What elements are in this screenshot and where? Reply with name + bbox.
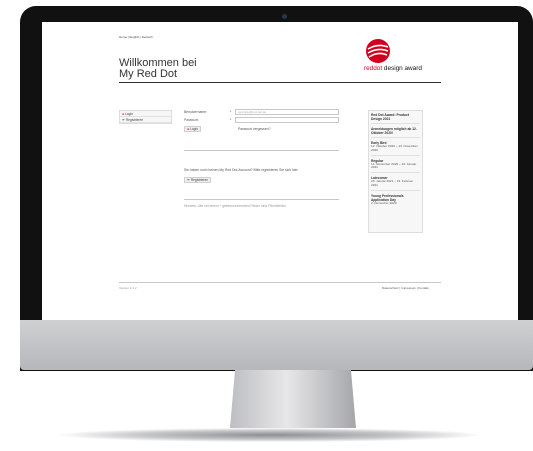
logo-wordmark: reddot design award — [364, 65, 422, 72]
sidebar-heading: Red Dot Award: Product Design 2021 — [371, 113, 409, 121]
pencil-icon: ✒ — [187, 178, 190, 182]
password-required-mark: * — [230, 118, 232, 122]
register-button[interactable]: ✒ Registrieren — [184, 177, 212, 183]
sidebar-block: Regular 14. November 2020 – 22. Januar 2… — [371, 159, 420, 174]
username-input[interactable]: example@red-dot.de — [235, 109, 339, 115]
header-divider — [119, 82, 441, 83]
sidebar-text: 14. November 2020 – 22. Januar 2021 — [371, 161, 417, 170]
required-fields-note: Hinweis: Alle mit einem * gekennzeichnet… — [184, 204, 287, 208]
nav-item-register[interactable]: ✒ Registrieren — [120, 117, 171, 123]
camera-icon — [282, 14, 287, 19]
sidebar-block: Young Professionals Application Day 2. D… — [371, 194, 420, 208]
sidebar-heading: Anmeldungen möglich ab 12. Oktober 2020! — [371, 127, 417, 135]
sidebar-block: Anmeldungen möglich ab 12. Oktober 2020! — [371, 127, 420, 138]
monitor-stand-neck — [230, 370, 356, 428]
form-divider-2 — [184, 199, 339, 200]
page-title: Willkommen bei My Red Dot — [119, 58, 197, 79]
red-dot-logo-icon — [366, 39, 390, 63]
footer-divider — [119, 282, 441, 283]
login-button-label: Login — [190, 127, 198, 131]
nav-item-label: Registrieren — [125, 117, 144, 122]
pencil-icon: ✒ — [122, 117, 125, 122]
footer-links[interactable]: Datenschutz | Impressum | Kontakt — [382, 286, 429, 290]
register-button-label: Registrieren — [190, 178, 209, 182]
sidebar-text: 2. Dezember 2020 — [371, 200, 397, 205]
username-required-mark: * — [230, 110, 232, 114]
password-input[interactable] — [235, 117, 339, 123]
monitor-stand-base — [60, 428, 480, 442]
page-title-line1: Willkommen bei — [119, 57, 197, 69]
award-dates-sidebar: Red Dot Award: Product Design 2021 Anmel… — [368, 110, 423, 233]
form-divider — [184, 150, 339, 151]
monitor-chin — [20, 320, 533, 370]
logo-wordmark-rest: design award — [382, 65, 422, 72]
sidebar-block: Latecomer 23. Januar 2021 – 19. Februar … — [371, 176, 420, 191]
username-label: Benutzername: — [184, 110, 207, 114]
sidebar-text: 12. Oktober 2020 – 13. November 2020 — [371, 144, 418, 152]
password-label: Passwort: — [184, 118, 199, 122]
sidebar-block: Early Bird 12. Oktober 2020 – 13. Novemb… — [371, 141, 420, 156]
person-icon: ● — [187, 127, 190, 131]
logo-wordmark-red: reddot — [364, 65, 383, 72]
side-navigation: ● Login ✒ Registrieren — [119, 110, 172, 124]
desktop-monitor-mockup: Home | English | Deutsch Willkommen bei … — [0, 0, 533, 451]
login-button[interactable]: ● Login — [184, 126, 201, 132]
forgot-password-link[interactable]: Passwort vergessen? — [238, 127, 270, 131]
sidebar-text: 23. Januar 2021 – 19. Februar 2021 — [371, 179, 413, 187]
language-switcher[interactable]: Home | English | Deutsch — [119, 35, 153, 39]
sidebar-block: Red Dot Award: Product Design 2021 — [371, 113, 420, 124]
page-title-line2: My Red Dot — [119, 67, 178, 80]
version-label: Version 2.1.2 — [119, 286, 137, 290]
screen: Home | English | Deutsch Willkommen bei … — [42, 22, 518, 320]
no-account-text: Sie haben noch keinen My Red Dot-Account… — [184, 168, 299, 172]
